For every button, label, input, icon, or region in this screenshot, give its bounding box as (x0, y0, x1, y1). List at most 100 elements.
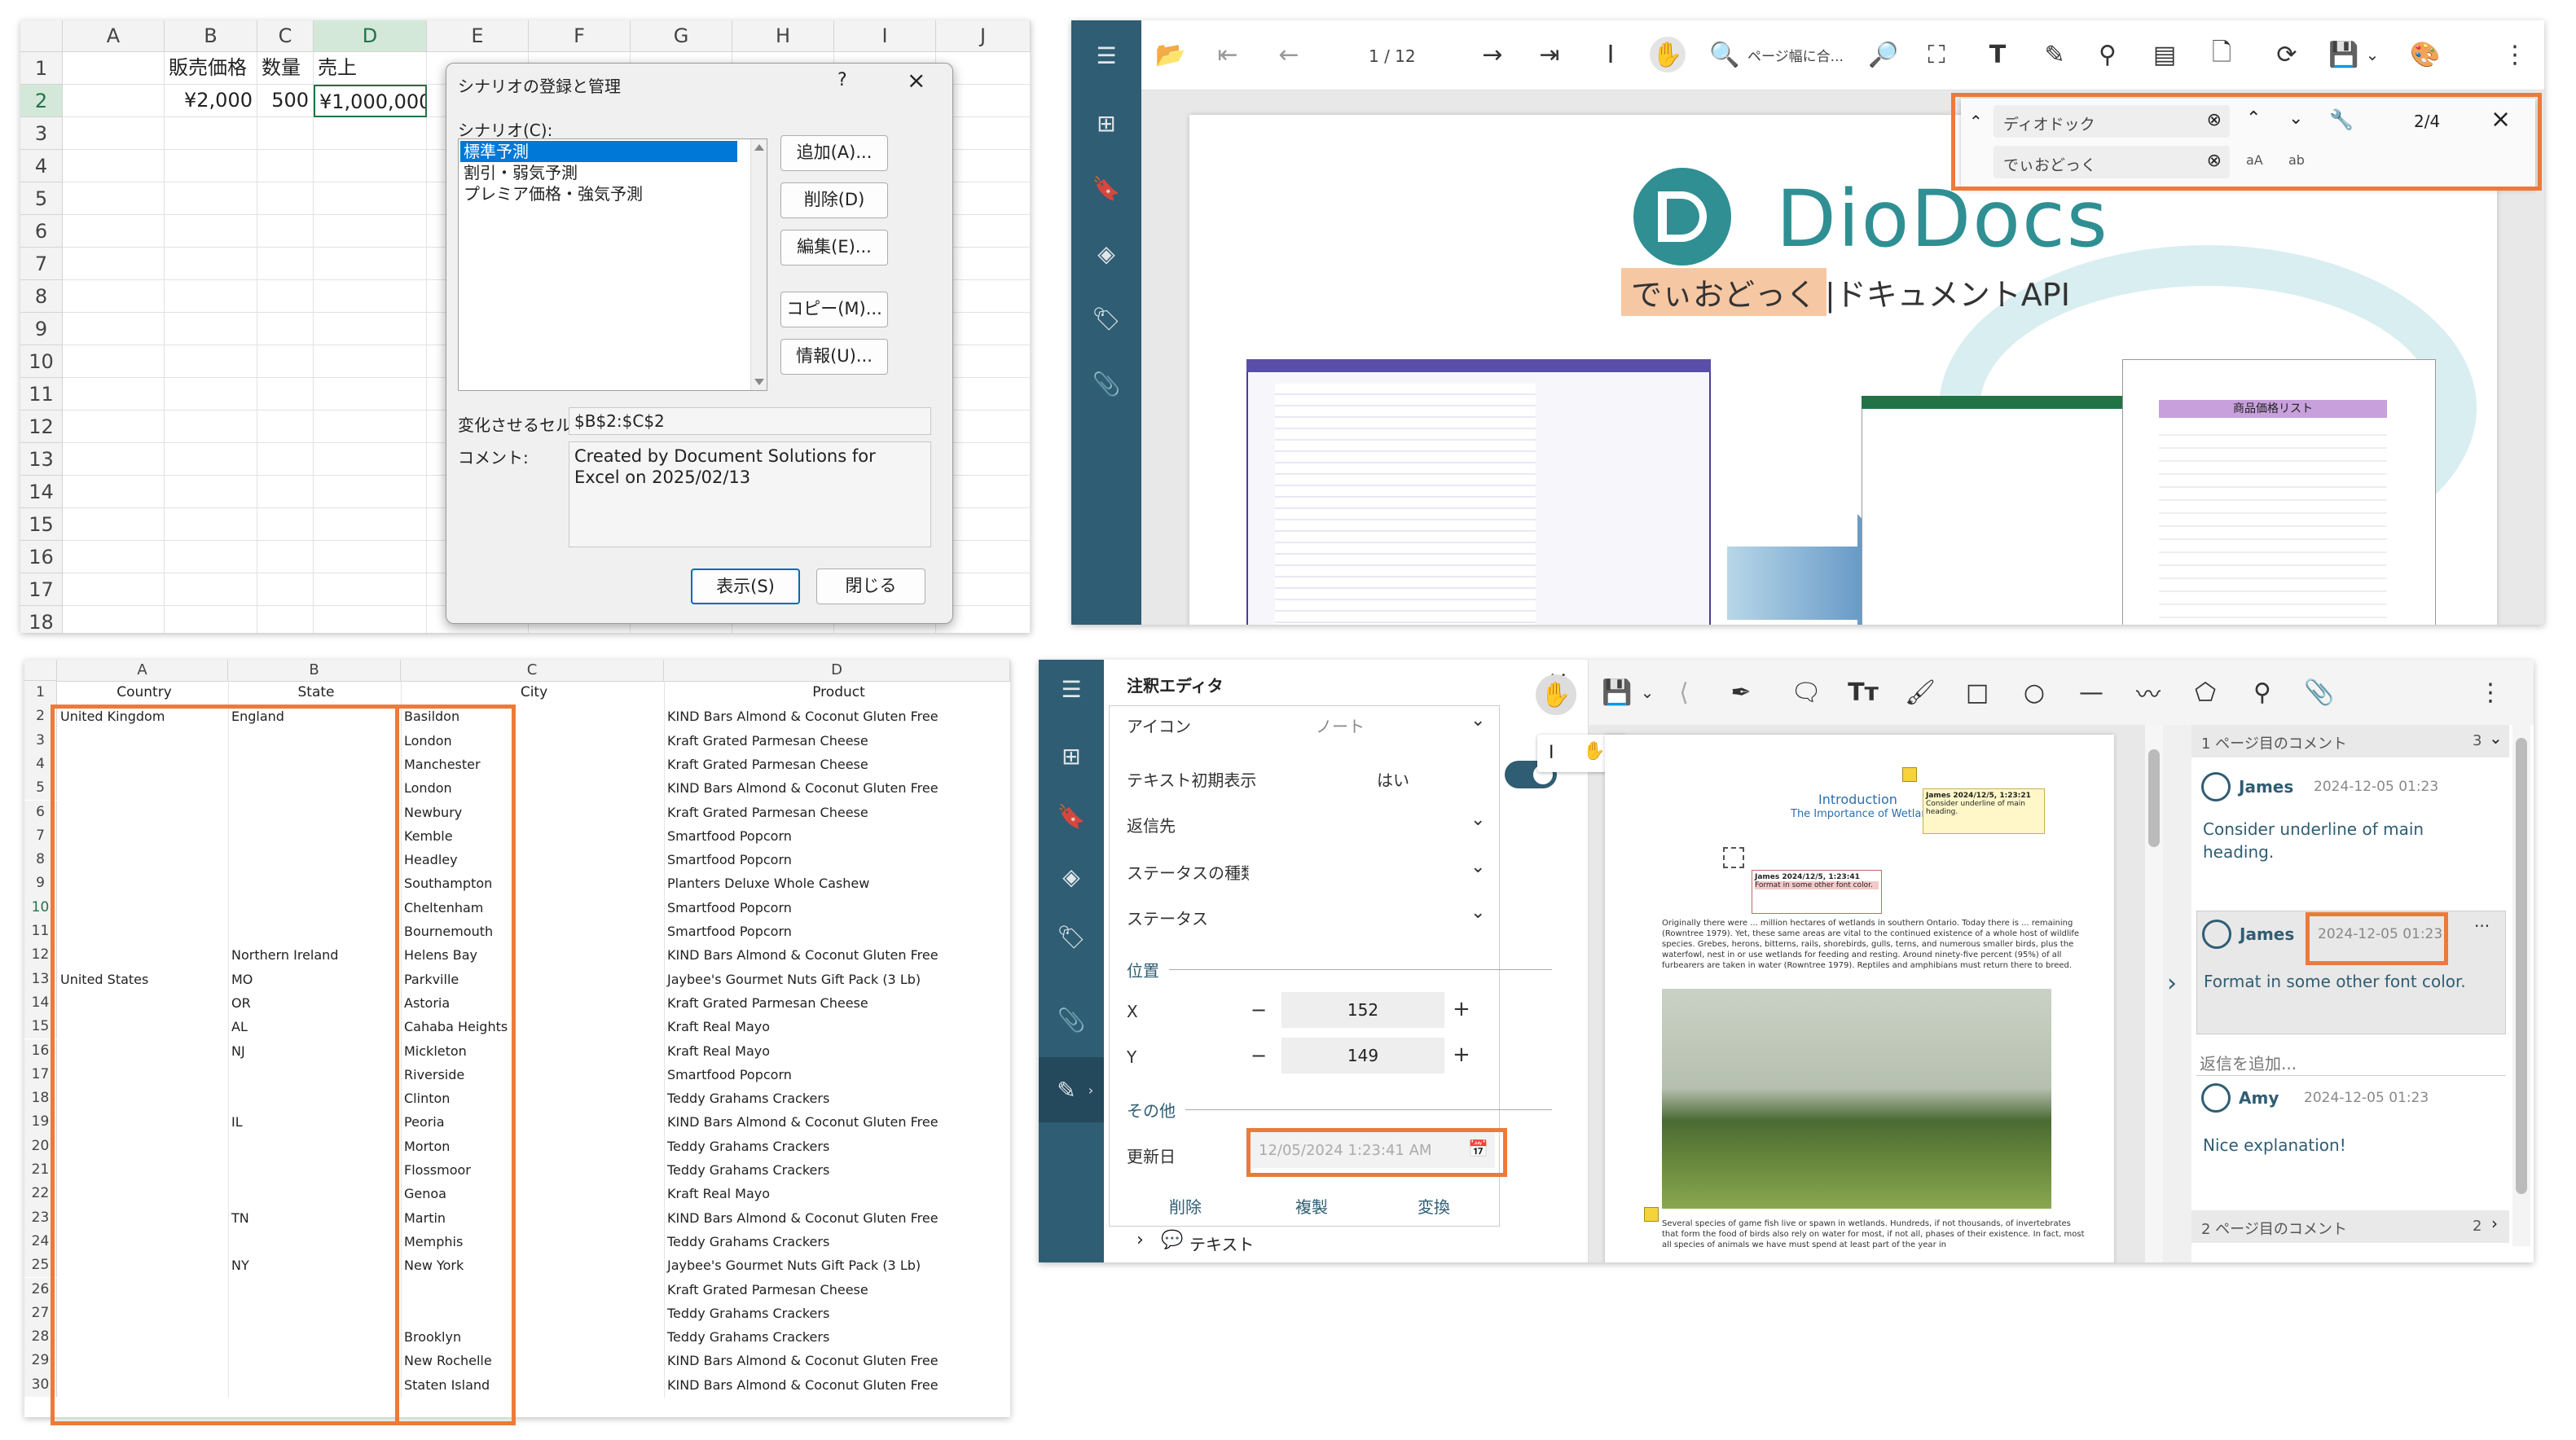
bookmark-icon[interactable]: 🔖 (1053, 798, 1089, 834)
row-header-16[interactable]: 16 (20, 541, 63, 573)
row-header-5[interactable]: 5 (20, 182, 63, 215)
more-icon[interactable]: ⋮ (2473, 674, 2508, 710)
table-cell[interactable]: Smartfood Popcorn (664, 1063, 1010, 1087)
form-icon[interactable]: ▤ (2147, 37, 2183, 72)
pan-tool-icon[interactable]: ✋ (1536, 674, 1576, 715)
chevron-down-icon[interactable]: ⌄ (2489, 728, 2503, 748)
pan-tool-icon[interactable]: ✋ (1650, 37, 1686, 72)
text-annotation-node[interactable]: テキスト (1189, 1231, 1254, 1255)
row-header-3[interactable]: 3 (20, 117, 63, 150)
chevron-down-icon[interactable]: ⌄ (1470, 902, 1485, 923)
square-icon[interactable]: □ (1959, 674, 1995, 710)
row-header-14[interactable]: 14 (20, 476, 63, 508)
corner-cell[interactable] (20, 20, 63, 52)
chevron-down-icon[interactable]: ⌄ (1470, 710, 1485, 731)
table-cell[interactable]: Kraft Grated Parmesan Cheese (664, 753, 1010, 776)
column-header-f[interactable]: F (529, 20, 631, 52)
tag-icon[interactable]: 🏷 (1088, 301, 1124, 336)
scenario-item[interactable]: プレミア価格・強気予測 (460, 183, 737, 204)
stamp-icon[interactable]: ⚲ (2244, 674, 2280, 710)
column-header-g[interactable]: G (631, 20, 732, 52)
tree-chevron-icon[interactable]: › (1136, 1230, 1144, 1250)
table-cell[interactable]: Teddy Grahams Crackers (664, 1325, 1010, 1349)
cell-c1[interactable]: 数量 (257, 52, 314, 85)
table-cell[interactable]: Teddy Grahams Crackers (664, 1135, 1010, 1158)
table-cell[interactable]: KIND Bars Almond & Coconut Gluten Free (664, 1206, 1010, 1230)
table-cell[interactable]: Kraft Grated Parmesan Cheese (664, 991, 1010, 1015)
selected-note-icon[interactable] (1723, 847, 1744, 868)
table-cell[interactable]: KIND Bars Almond & Coconut Gluten Free (664, 943, 1010, 967)
row-header-18[interactable]: 18 (20, 606, 63, 633)
cell-c2[interactable]: 500 (257, 85, 314, 117)
x-input[interactable]: 152 (1281, 992, 1444, 1028)
page1-comments-header[interactable]: 1 ページ目のコメント 3 ⌄ (2191, 725, 2509, 757)
table-cell[interactable]: Jaybee's Gourmet Nuts Gift Pack (3 Lb) (664, 1253, 1010, 1277)
delete-button[interactable]: 削除 (1169, 1194, 1202, 1218)
document-icon[interactable]: 🗋 (2204, 37, 2240, 72)
row-header-6[interactable]: 6 (20, 215, 63, 248)
scenario-item[interactable]: 標準予測 (460, 141, 737, 162)
corner-cell[interactable] (24, 660, 57, 681)
text-tool-icon[interactable]: T (1980, 37, 2016, 72)
chevron-down-icon[interactable]: ⌄ (2354, 37, 2390, 72)
row-header-10[interactable]: 10 (20, 345, 63, 378)
close-icon[interactable]: × (907, 67, 925, 94)
last-page-icon[interactable]: ⇥ (1532, 37, 1567, 72)
table-cell[interactable]: Smartfood Popcorn (664, 896, 1010, 920)
list-scrollbar[interactable] (750, 139, 767, 390)
sticky-note-icon[interactable]: 🗨 (1788, 674, 1824, 710)
table-cell[interactable]: Planters Deluxe Whole Cashew (664, 871, 1010, 895)
column-d-header[interactable]: D (664, 660, 1010, 682)
chevron-right-icon[interactable]: › (2491, 1214, 2498, 1233)
column-header-b[interactable]: B (165, 20, 257, 52)
scroll-down-icon[interactable] (754, 379, 764, 385)
tag-icon[interactable]: 🏷 (1053, 919, 1089, 955)
attachment-icon[interactable]: 📎 (1088, 366, 1124, 402)
info-button[interactable]: 情報(U)... (780, 339, 888, 375)
yellow-note-icon[interactable] (1644, 1207, 1659, 1222)
table-cell[interactable]: Kraft Real Mayo (664, 1182, 1010, 1205)
delete-button[interactable]: 削除(D) (780, 182, 888, 218)
row-header-1[interactable]: 1 (20, 52, 63, 85)
table-cell[interactable]: Kraft Real Mayo (664, 1039, 1010, 1063)
rotate-icon[interactable]: ⟳ (2269, 37, 2305, 72)
reply-input[interactable]: 返信を追加... (2200, 1051, 2297, 1074)
chevron-down-icon[interactable]: ⌄ (1470, 857, 1485, 877)
menu-icon[interactable]: ☰ (1088, 37, 1124, 73)
more-icon[interactable]: ⋮ (2497, 37, 2533, 72)
row-header-17[interactable]: 17 (20, 573, 63, 606)
icon-value[interactable]: ノート (1316, 713, 1365, 737)
column-b-header[interactable]: B (228, 660, 401, 682)
pen-tool-icon[interactable]: ✒ (1723, 674, 1759, 710)
stamp-icon[interactable]: ⚲ (2090, 37, 2125, 72)
convert-button[interactable]: 変換 (1418, 1194, 1450, 1218)
table-cell[interactable]: Teddy Grahams Crackers (664, 1302, 1010, 1325)
table-cell[interactable]: Teddy Grahams Crackers (664, 1230, 1010, 1253)
page-indicator[interactable]: 1 / 12 (1369, 46, 1416, 66)
cell-d1[interactable]: 売上 (314, 52, 427, 85)
column-header-d[interactable]: D (314, 20, 427, 52)
attachment-icon[interactable]: 📎 (1053, 1002, 1089, 1038)
line-icon[interactable]: — (2073, 674, 2109, 710)
hand-icon[interactable]: ✋ (1583, 741, 1605, 762)
text-select-icon[interactable]: Ι (1593, 37, 1629, 72)
cell-b2[interactable]: ¥2,000 (165, 85, 257, 117)
x-decrement[interactable]: − (1251, 999, 1267, 1021)
column-header-c[interactable]: C (257, 20, 314, 52)
table-cell[interactable]: Kraft Grated Parmesan Cheese (664, 729, 1010, 753)
theme-icon[interactable]: 🎨 (2407, 37, 2443, 72)
close-button[interactable]: 閉じる (816, 569, 925, 604)
polygon-icon[interactable]: ⬠ (2187, 674, 2223, 710)
y-input[interactable]: 149 (1281, 1038, 1444, 1073)
edit-button[interactable]: 編集(E)... (780, 230, 888, 266)
bookmark-icon[interactable]: 🔖 (1088, 170, 1124, 206)
share-icon[interactable]: ⟨ (1666, 674, 1702, 710)
add-button[interactable]: 追加(A)... (780, 135, 888, 171)
column-header-h[interactable]: H (732, 20, 834, 52)
row-header-13[interactable]: 13 (20, 443, 63, 476)
comments-scrollbar[interactable] (2512, 725, 2530, 1246)
expand-comments-icon[interactable]: › (2167, 969, 2177, 998)
previous-page-icon[interactable]: ← (1271, 37, 1307, 72)
text-cursor-icon[interactable]: Ι (1549, 743, 1554, 763)
help-button[interactable]: ? (837, 70, 847, 90)
